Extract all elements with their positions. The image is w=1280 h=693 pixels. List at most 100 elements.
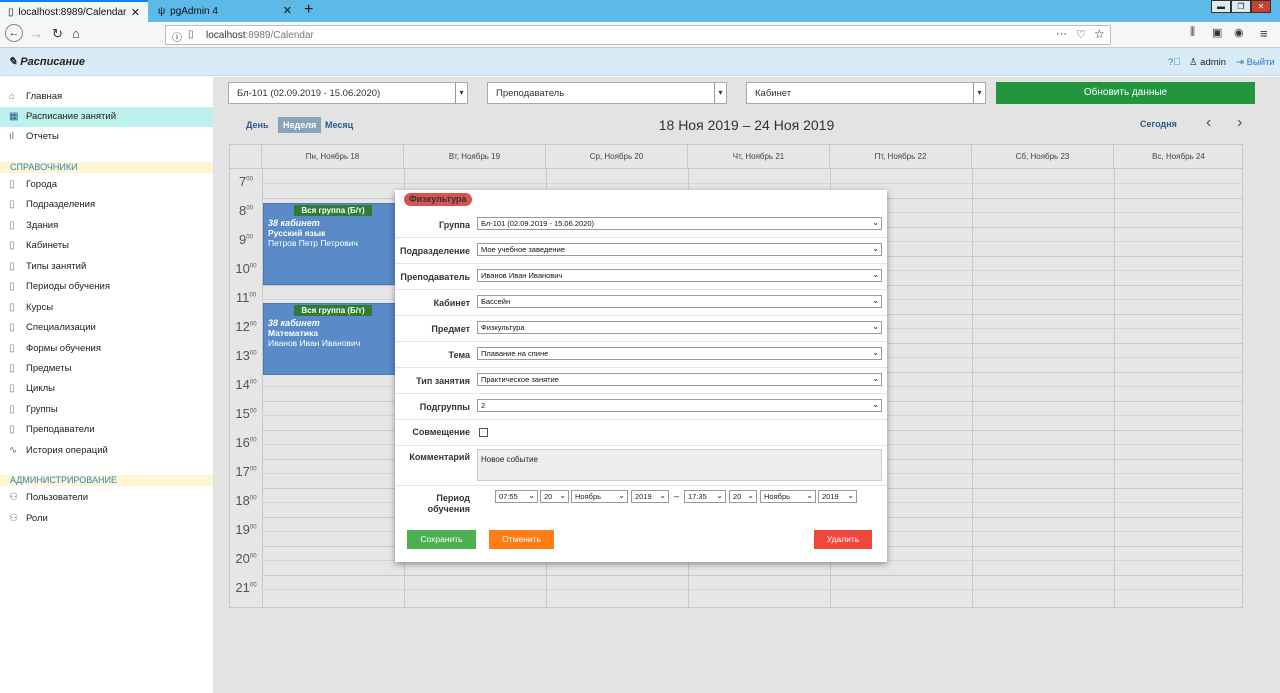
url-bar[interactable]: ⓘ ▯ localhost:8989/Calendar ··· ♡ ☆ [165, 25, 1111, 45]
next-week-icon[interactable]: › [1237, 114, 1242, 132]
hour-label: 2100 [235, 580, 257, 595]
browser-tab-calendar[interactable]: ▯ localhost:8989/Calendar ✕ [0, 0, 148, 22]
sidebar-item-specializations[interactable]: ▯ Специализации [0, 318, 213, 338]
room-select[interactable]: Кабинет ▾ [746, 82, 986, 104]
sidebar-item-lesson-types[interactable]: ▯ Типы занятий [0, 257, 213, 277]
restore-icon[interactable]: ❐ [1231, 0, 1251, 13]
home-icon[interactable]: ⌂ [72, 26, 80, 41]
sidebar-item-periods[interactable]: ▯ Периоды обучения [0, 277, 213, 297]
view-month-button[interactable]: Месяц [325, 117, 353, 133]
sidebar-item-schedule[interactable]: ▦ Расписание занятий [0, 107, 213, 127]
home-icon: ⌂ [9, 91, 16, 102]
sidebar-item-groups[interactable]: ▯ Группы [0, 400, 213, 420]
doc-icon: ▯ [9, 343, 15, 354]
delete-button[interactable]: Удалить [814, 530, 872, 549]
teacher-select[interactable]: Преподаватель ▾ [487, 82, 727, 104]
user-menu[interactable]: ♙ admin [1189, 57, 1226, 68]
start-year-select[interactable]: 2019 ⌄ [631, 490, 669, 503]
calendar-icon: ▦ [9, 111, 19, 122]
division-field[interactable]: Мое учебное заведение ⌄ [477, 243, 882, 256]
sidebar-item-roles[interactable]: ⚇ Роли [0, 509, 213, 529]
chevron-down-icon: ⌄ [872, 296, 879, 305]
event-group-badge: Вся группа (Б/т) [294, 205, 372, 216]
topic-field[interactable]: Плавание на спине ⌄ [477, 347, 882, 360]
close-tab-icon[interactable]: ✕ [131, 6, 140, 19]
form-row-lesson-type: Тип занятия Практическое занятие ⌄ [395, 368, 887, 394]
app-brand[interactable]: ✎ Расписание [8, 55, 85, 68]
end-year-select[interactable]: 2019 ⌄ [818, 490, 857, 503]
logout-link[interactable]: ⇥ Выйти [1236, 57, 1275, 68]
teacher-field[interactable]: Иванов Иван Иванович ⌄ [477, 269, 882, 282]
page-icon: ▯ [188, 29, 194, 40]
sidebar-item-subjects[interactable]: ▯ Предметы [0, 359, 213, 379]
sidebar-toggle-icon[interactable]: ▣ [1212, 26, 1222, 39]
cancel-button[interactable]: Отменить [489, 530, 554, 549]
back-icon[interactable]: ← [5, 24, 23, 42]
forward-icon[interactable]: → [30, 26, 43, 41]
sidebar-item-teachers[interactable]: ▯ Преподаватели [0, 420, 213, 440]
sidebar-item-reports[interactable]: ıl Отчеты [0, 127, 213, 147]
activity-icon: ∿ [9, 445, 18, 456]
sidebar-item-rooms[interactable]: ▯ Кабинеты [0, 236, 213, 256]
start-time-select[interactable]: 07:55 ⌄ [495, 490, 538, 503]
doc-icon: ▯ [9, 199, 15, 210]
reload-icon[interactable]: ↻ [52, 26, 63, 42]
menu-icon[interactable]: ≡ [1260, 26, 1268, 41]
info-icon[interactable]: ⓘ [172, 29, 182, 44]
save-button[interactable]: Сохранить [407, 530, 476, 549]
combine-checkbox[interactable] [479, 428, 488, 437]
start-day-select[interactable]: 20 ⌄ [540, 490, 569, 503]
form-row-group: Группа Бл-101 (02.09.2019 - 15.06.2020) ⌄ [395, 212, 887, 238]
view-day-button[interactable]: День [246, 117, 269, 133]
field-label: Кабинет [433, 298, 470, 308]
end-month-select[interactable]: Ноябрь ⌄ [760, 490, 816, 503]
sidebar-item-study-forms[interactable]: ▯ Формы обучения [0, 339, 213, 359]
refresh-button[interactable]: Обновить данные [996, 82, 1255, 104]
tab-title: pgAdmin 4 [170, 5, 218, 17]
day-header: Вс, Ноябрь 24 [1114, 145, 1243, 169]
doc-icon: ▯ [9, 179, 15, 190]
chevron-down-icon: ⌄ [559, 491, 566, 500]
sidebar-item-users[interactable]: ⚇ Пользователи [0, 488, 213, 508]
period-dash: – [674, 491, 680, 501]
group-select[interactable]: Бл-101 (02.09.2019 - 15.06.2020) ▾ [228, 82, 468, 104]
minimize-icon[interactable]: ▬ [1211, 0, 1231, 13]
group-field[interactable]: Бл-101 (02.09.2019 - 15.06.2020) ⌄ [477, 217, 882, 230]
chevron-down-icon: ⌄ [872, 374, 879, 383]
help-icon[interactable]: ?⃝ [1168, 57, 1180, 68]
sidebar-item-history[interactable]: ∿ История операций [0, 441, 213, 461]
start-month-select[interactable]: Ноябрь ⌄ [571, 490, 628, 503]
sidebar-item-courses[interactable]: ▯ Курсы [0, 298, 213, 318]
end-time-select[interactable]: 17:35 ⌄ [684, 490, 726, 503]
today-button[interactable]: Сегодня [1140, 119, 1177, 129]
field-label: Тип занятия [416, 376, 470, 386]
calendar-event[interactable]: Вся группа (Б/т) 38 кабинет Русский язык… [263, 203, 403, 285]
lesson-type-field[interactable]: Практическое занятие ⌄ [477, 373, 882, 386]
pocket-icon[interactable]: ♡ [1076, 28, 1086, 41]
doc-icon: ▯ [9, 363, 15, 374]
sidebar-item-divisions[interactable]: ▯ Подразделения [0, 195, 213, 215]
sidebar-item-buildings[interactable]: ▯ Здания [0, 216, 213, 236]
sidebar-item-home[interactable]: ⌂ Главная [0, 87, 213, 107]
account-icon[interactable]: ◉ [1234, 26, 1244, 39]
hour-label: 700 [239, 174, 253, 189]
calendar-event[interactable]: Вся группа (Б/т) 38 кабинет Математика И… [263, 303, 403, 375]
new-tab-icon[interactable]: + [304, 1, 313, 19]
more-icon[interactable]: ··· [1056, 28, 1067, 40]
sidebar-item-cities[interactable]: ▯ Города [0, 175, 213, 195]
view-week-button[interactable]: Неделя [278, 117, 322, 133]
close-tab-icon[interactable]: ✕ [283, 4, 292, 17]
browser-tab-pgadmin[interactable]: ψ pgAdmin 4 ✕ [150, 0, 300, 22]
end-day-select[interactable]: 20 ⌄ [729, 490, 757, 503]
day-header: Вт, Ноябрь 19 [404, 145, 546, 169]
bookmark-star-icon[interactable]: ☆ [1094, 27, 1105, 41]
comment-textarea[interactable]: Новое событие [477, 449, 882, 481]
sidebar-item-cycles[interactable]: ▯ Циклы [0, 379, 213, 399]
library-icon[interactable]: ⫼ [1190, 26, 1195, 39]
subject-field[interactable]: Физкультура ⌄ [477, 321, 882, 334]
subgroups-field[interactable]: 2 ⌄ [477, 399, 882, 412]
hour-label: 1300 [235, 348, 257, 363]
prev-week-icon[interactable]: ‹ [1206, 114, 1211, 132]
close-window-icon[interactable]: ✕ [1251, 0, 1271, 13]
room-field[interactable]: Бассейн ⌄ [477, 295, 882, 308]
